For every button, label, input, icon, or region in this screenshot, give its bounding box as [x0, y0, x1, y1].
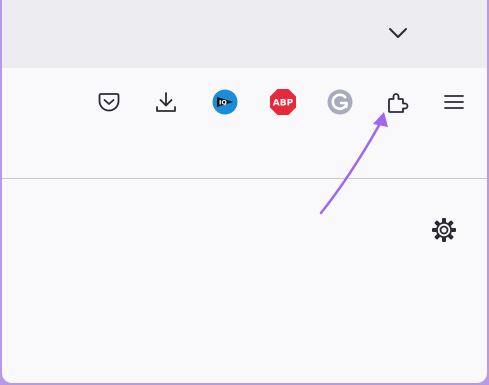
abp-badge-text: ABP [273, 99, 294, 109]
toolbar-divider [2, 178, 487, 179]
settings-button[interactable] [428, 214, 460, 246]
puzzle-piece-icon [388, 93, 409, 113]
chevron-down-icon [389, 28, 407, 38]
abp-icon: ABP [270, 89, 296, 115]
grammarly-button[interactable] [324, 86, 356, 118]
iq-extension-button[interactable]: IQ [209, 86, 241, 118]
list-all-tabs-button[interactable] [384, 20, 412, 46]
tab-bar [2, 0, 487, 68]
adblock-plus-button[interactable]: ABP [267, 86, 299, 118]
pocket-icon [98, 93, 120, 112]
navigation-toolbar: IQ ABP [2, 68, 487, 136]
gear-icon [432, 218, 456, 242]
browser-window: IQ ABP [2, 0, 487, 383]
svg-text:IQ: IQ [219, 99, 227, 107]
download-icon [156, 92, 176, 112]
hamburger-menu-icon [444, 95, 464, 109]
main-menu-button[interactable] [438, 86, 470, 118]
iq-extension-icon: IQ [212, 89, 238, 115]
grammarly-icon [327, 89, 353, 115]
extensions-button[interactable] [382, 86, 414, 118]
pocket-button[interactable] [93, 86, 125, 118]
downloads-button[interactable] [150, 86, 182, 118]
